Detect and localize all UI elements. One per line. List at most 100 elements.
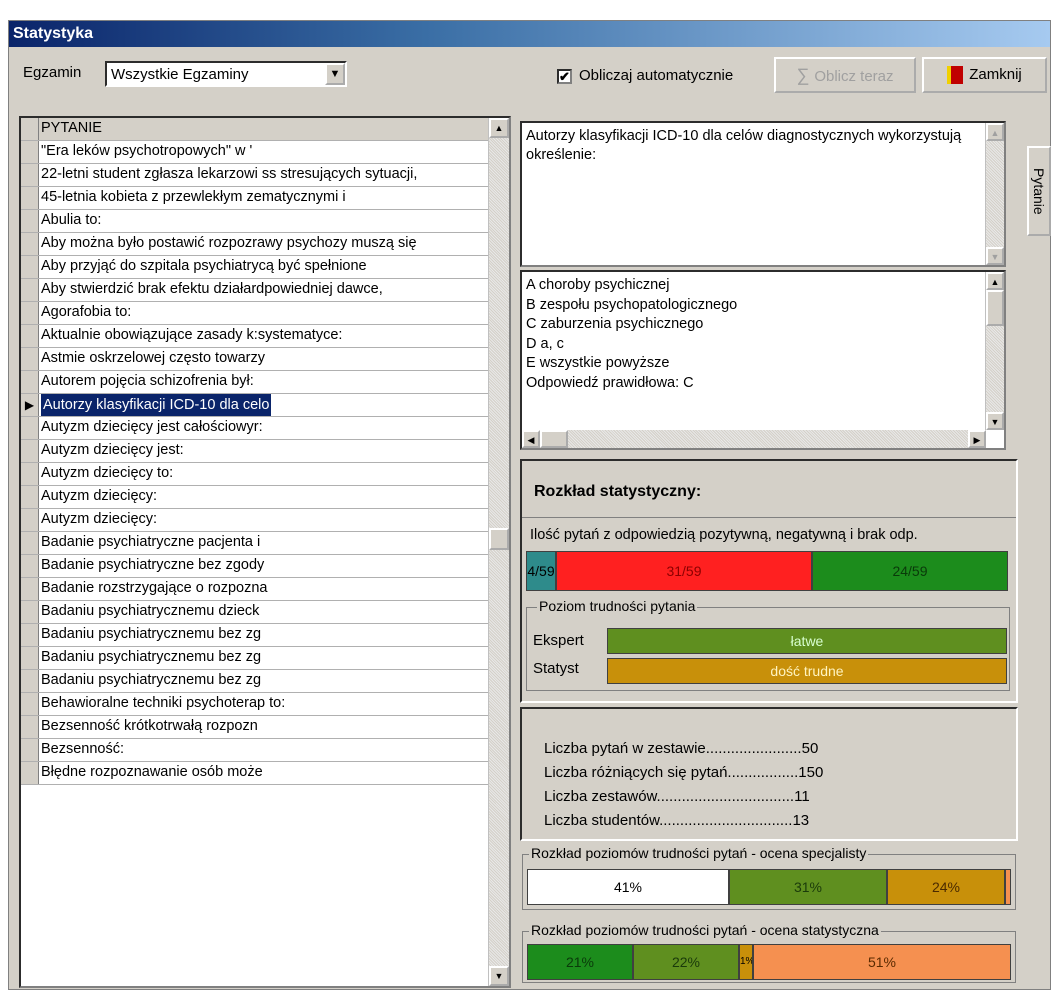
table-row[interactable]: Autorem pojęcia schizofrenia był: <box>21 371 489 394</box>
table-row[interactable]: Autyzm dziecięcy: <box>21 509 489 532</box>
table-row[interactable]: Aktualnie obowiązujące zasady k:systemat… <box>21 325 489 348</box>
scroll-down-icon[interactable]: ▼ <box>986 247 1004 265</box>
table-row[interactable]: Aby przyjąć do szpitala psychiatrycą być… <box>21 256 489 279</box>
table-row[interactable]: "Era leków psychotropowych" w ' <box>21 141 489 164</box>
question-cell[interactable]: Autyzm dziecięcy jest: <box>41 442 489 458</box>
count-distinct-questions: Liczba różniących się pytań.............… <box>544 764 824 781</box>
exam-select[interactable]: Wszystkie Egzaminy ▼ <box>105 61 347 87</box>
grid-header[interactable]: PYTANIE <box>21 118 489 141</box>
scroll-left-icon[interactable]: ◀ <box>522 430 540 448</box>
stat-dist-bar-4: 51% <box>753 944 1011 980</box>
expert-dist-bar-2: 31% <box>729 869 887 905</box>
scroll-thumb[interactable] <box>489 528 509 550</box>
scroll-up-icon[interactable]: ▲ <box>489 118 509 138</box>
table-row[interactable]: Bezsenność: <box>21 739 489 762</box>
table-row[interactable]: Badaniu psychiatrycznemu bez zg <box>21 647 489 670</box>
question-cell[interactable]: Aby przyjąć do szpitala psychiatrycą być… <box>41 258 489 274</box>
scroll-up-icon[interactable]: ▲ <box>986 123 1004 141</box>
expert-distribution-title: Rozkład poziomów trudności pytań - ocena… <box>529 845 869 861</box>
question-cell[interactable]: Badaniu psychiatrycznemu bez zg <box>41 649 489 665</box>
scroll-thumb[interactable] <box>986 290 1004 326</box>
question-cell[interactable]: Aktualnie obowiązujące zasady k:systemat… <box>41 327 489 343</box>
table-row[interactable]: Badaniu psychiatrycznemu dzieck <box>21 601 489 624</box>
stats-panel: Rozkład statystyczny: Ilość pytań z odpo… <box>520 459 1018 703</box>
calc-now-button[interactable]: ∑ Oblicz teraz <box>774 57 916 93</box>
table-row[interactable]: Bezsenność krótkotrwałą rozpozn <box>21 716 489 739</box>
question-cell[interactable]: Autyzm dziecięcy: <box>41 488 489 504</box>
table-row[interactable]: Aby stwierdzić brak efektu działardpowie… <box>21 279 489 302</box>
question-text-box[interactable]: Autorzy klasyfikacji ICD-10 dla celów di… <box>520 121 1006 267</box>
question-cell[interactable]: Agorafobia to: <box>41 304 489 320</box>
question-cell[interactable]: Autyzm dziecięcy to: <box>41 465 489 481</box>
answers-hscroll[interactable]: ◀ ▶ <box>522 430 986 448</box>
table-row[interactable]: Badanie rozstrzygające o rozpozna <box>21 578 489 601</box>
auto-calc-checkbox[interactable]: ✔ <box>557 69 572 84</box>
scroll-down-icon[interactable]: ▼ <box>986 412 1004 430</box>
question-cell[interactable]: Badaniu psychiatrycznemu bez zg <box>41 626 489 642</box>
answers-box[interactable]: A choroby psychicznej B zespołu psychopa… <box>520 270 1006 450</box>
scroll-thumb[interactable] <box>540 430 568 448</box>
bar-no-answer: 4/59 <box>526 551 556 591</box>
questions-grid[interactable]: PYTANIE "Era leków psychotropowych" w ' 2… <box>19 116 511 988</box>
scroll-down-icon[interactable]: ▼ <box>489 966 509 986</box>
question-cell[interactable]: Autyzm dziecięcy jest całościowyr: <box>41 419 489 435</box>
table-row[interactable]: 45-letnia kobieta z przewlekłym zematycz… <box>21 187 489 210</box>
statistics-window: Statystyka Egzamin Wszystkie Egzaminy ▼ … <box>8 20 1051 990</box>
scroll-right-icon[interactable]: ▶ <box>968 430 986 448</box>
question-cell[interactable]: Behawioralne techniki psychoterap to: <box>41 695 489 711</box>
table-row[interactable]: Behawioralne techniki psychoterap to: <box>21 693 489 716</box>
table-row[interactable]: ▶ Autorzy klasyfikacji ICD-10 dla celo <box>21 394 489 417</box>
question-cell[interactable]: 22-letni student zgłasza lekarzowi ss st… <box>41 166 489 182</box>
door-icon <box>947 66 964 85</box>
table-row[interactable]: Aby można było postawić rozpozrawy psych… <box>21 233 489 256</box>
difficulty-group: Poziom trudności pytania Ekspert łatwe S… <box>526 598 1010 691</box>
tab-pytanie[interactable]: Pytanie <box>1027 146 1051 236</box>
table-row[interactable]: Autyzm dziecięcy jest całościowyr: <box>21 417 489 440</box>
table-row[interactable]: Autyzm dziecięcy to: <box>21 463 489 486</box>
question-cell[interactable]: Badanie rozstrzygające o rozpozna <box>41 580 489 596</box>
expert-distribution-group: Rozkład poziomów trudności pytań - ocena… <box>522 845 1016 910</box>
table-row[interactable]: Astmie oskrzelowej często towarzy <box>21 348 489 371</box>
question-scrollbar[interactable]: ▲ ▼ <box>985 123 1004 265</box>
question-cell[interactable]: Badanie psychiatryczne bez zgody <box>41 557 489 573</box>
answers-vscroll[interactable]: ▲ ▼ <box>985 272 1004 430</box>
question-cell[interactable]: Autorzy klasyfikacji ICD-10 dla celo <box>41 394 272 416</box>
close-button[interactable]: Zamknij <box>922 57 1047 93</box>
table-row[interactable]: Badaniu psychiatrycznemu bez zg <box>21 624 489 647</box>
table-row[interactable]: 22-letni student zgłasza lekarzowi ss st… <box>21 164 489 187</box>
table-row[interactable]: Błędne rozpoznawanie osób może <box>21 762 489 785</box>
question-cell[interactable]: 45-letnia kobieta z przewlekłym zematycz… <box>41 189 489 205</box>
question-cell[interactable]: Badanie psychiatryczne pacjenta i <box>41 534 489 550</box>
grid-scrollbar[interactable]: ▲ ▼ <box>488 118 509 986</box>
row-indicator <box>21 325 39 347</box>
question-cell[interactable]: Badaniu psychiatrycznemu bez zg <box>41 672 489 688</box>
question-cell[interactable]: Autorem pojęcia schizofrenia był: <box>41 373 489 389</box>
question-cell[interactable]: Bezsenność krótkotrwałą rozpozn <box>41 718 489 734</box>
auto-calc-label: Obliczaj automatycznie <box>579 67 734 84</box>
question-cell[interactable]: Astmie oskrzelowej często towarzy <box>41 350 489 366</box>
table-row[interactable]: Abulia to: <box>21 210 489 233</box>
question-cell[interactable]: Błędne rozpoznawanie osób może <box>41 764 489 780</box>
expert-dist-bar-4 <box>1005 869 1011 905</box>
expert-dist-bar-3: 24% <box>887 869 1005 905</box>
question-cell[interactable]: Autyzm dziecięcy: <box>41 511 489 527</box>
table-row[interactable]: Badanie psychiatryczne pacjenta i <box>21 532 489 555</box>
statyst-difficulty-bar: dość trudne <box>607 658 1007 684</box>
question-cell[interactable]: Abulia to: <box>41 212 489 228</box>
column-header-question[interactable]: PYTANIE <box>41 120 489 136</box>
stat-dist-bar-3: 1% <box>739 944 753 980</box>
chevron-down-icon[interactable]: ▼ <box>325 63 345 85</box>
question-cell[interactable]: "Era leków psychotropowych" w ' <box>41 143 489 159</box>
table-row[interactable]: Badanie psychiatryczne bez zgody <box>21 555 489 578</box>
table-row[interactable]: Badaniu psychiatrycznemu bez zg <box>21 670 489 693</box>
question-cell[interactable]: Bezsenność: <box>41 741 489 757</box>
table-row[interactable]: Agorafobia to: <box>21 302 489 325</box>
table-row[interactable]: Autyzm dziecięcy: <box>21 486 489 509</box>
question-cell[interactable]: Aby można było postawić rozpozrawy psych… <box>41 235 489 251</box>
scroll-up-icon[interactable]: ▲ <box>986 272 1004 290</box>
table-row[interactable]: Autyzm dziecięcy jest: <box>21 440 489 463</box>
question-cell[interactable]: Aby stwierdzić brak efektu działardpowie… <box>41 281 489 297</box>
row-indicator <box>21 578 39 600</box>
question-cell[interactable]: Badaniu psychiatrycznemu dzieck <box>41 603 489 619</box>
row-indicator <box>21 463 39 485</box>
